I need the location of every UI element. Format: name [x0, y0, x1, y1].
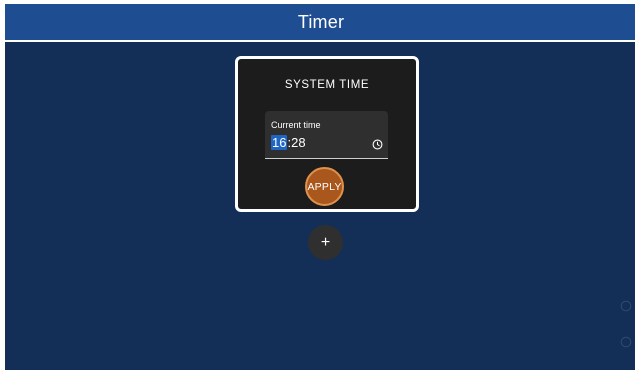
faint-clock-icon: [620, 300, 632, 312]
time-value[interactable]: 16:28: [271, 135, 306, 150]
time-field-label: Current time: [271, 120, 321, 130]
system-time-card: SYSTEM TIME Current time 16:28 APPLY: [235, 56, 419, 212]
add-timer-button[interactable]: +: [308, 225, 343, 260]
apply-button[interactable]: APPLY: [305, 167, 344, 206]
clock-icon[interactable]: [372, 139, 383, 150]
app-header: Timer: [5, 4, 635, 42]
current-time-field[interactable]: Current time 16:28: [265, 111, 388, 159]
card-title: SYSTEM TIME: [284, 79, 370, 91]
page-title: Timer: [297, 11, 345, 32]
time-minutes-segment[interactable]: 28: [291, 135, 305, 150]
app-window: Timer SYSTEM TIME Current time 16:28 APP…: [5, 4, 635, 370]
faint-clock-icon: [620, 336, 632, 348]
time-hours-segment[interactable]: 16: [271, 135, 288, 150]
